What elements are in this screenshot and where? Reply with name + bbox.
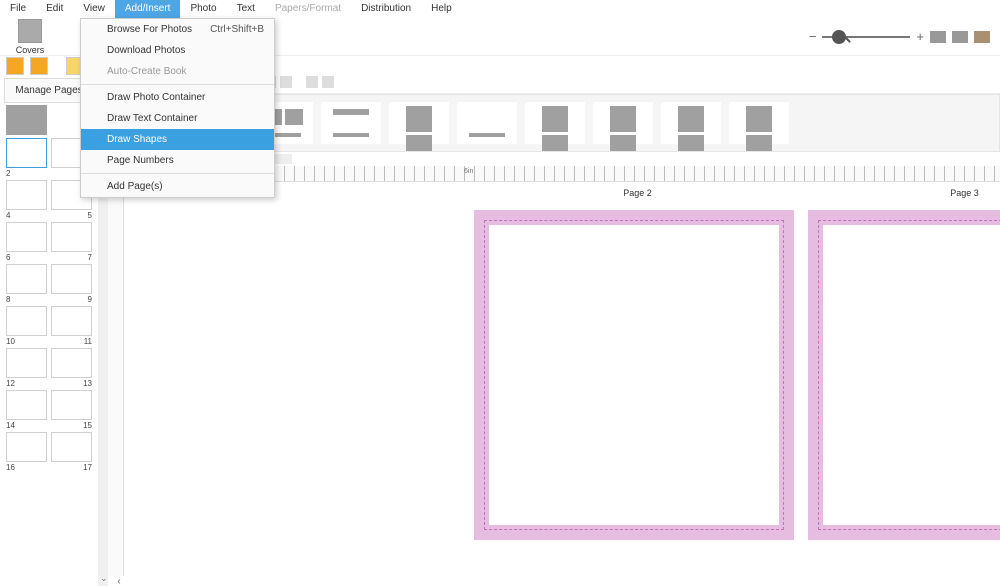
- zoom-slider[interactable]: [822, 36, 910, 38]
- menu-add-insert[interactable]: Add/Insert: [115, 0, 181, 18]
- layout-template[interactable]: [457, 102, 517, 144]
- ruler-mark: 6in: [464, 168, 473, 175]
- page-thumbnail[interactable]: [6, 180, 47, 210]
- page-number: 7: [51, 253, 92, 262]
- covers-label: Covers: [16, 45, 45, 55]
- covers-icon: [18, 19, 42, 43]
- page-thumbnail[interactable]: [51, 348, 92, 378]
- page-number: 10: [6, 337, 47, 346]
- page-number: 6: [6, 253, 47, 262]
- chevron-left-icon[interactable]: ‹: [112, 576, 126, 586]
- page-number: 8: [6, 295, 47, 304]
- layout-template[interactable]: [321, 102, 381, 144]
- menu-photo[interactable]: Photo: [180, 0, 226, 18]
- dd-browse-photos[interactable]: Browse For Photos Ctrl+Shift+B: [81, 19, 274, 40]
- page-number: 17: [51, 463, 92, 472]
- page-number: 16: [6, 463, 47, 472]
- dd-download-photos[interactable]: Download Photos: [81, 40, 274, 61]
- zoom-out-button[interactable]: −: [809, 29, 817, 44]
- page-number: 2: [6, 169, 47, 178]
- menu-papers-format: Papers/Format: [265, 0, 351, 18]
- page-number: 12: [6, 379, 47, 388]
- dd-separator: [81, 173, 274, 174]
- page-thumbnail[interactable]: [6, 138, 47, 168]
- group-button[interactable]: [306, 76, 318, 88]
- dd-draw-photo-container[interactable]: Draw Photo Container: [81, 87, 274, 108]
- menu-distribution[interactable]: Distribution: [351, 0, 421, 18]
- page-number: 15: [51, 421, 92, 430]
- dd-separator: [81, 84, 274, 85]
- layout-template[interactable]: [525, 102, 585, 144]
- view-mode-icon[interactable]: [930, 31, 946, 43]
- page-label-right: Page 3: [801, 182, 1000, 204]
- menu-help[interactable]: Help: [421, 0, 462, 18]
- page-thumbnail[interactable]: [51, 264, 92, 294]
- menu-edit[interactable]: Edit: [36, 0, 73, 18]
- page-thumbnail[interactable]: [6, 390, 47, 420]
- dd-draw-text-container[interactable]: Draw Text Container: [81, 108, 274, 129]
- templates-button[interactable]: [30, 57, 48, 75]
- menubar: File Edit View Add/Insert Photo Text Pap…: [0, 0, 1000, 18]
- page-number: 11: [51, 337, 92, 346]
- ungroup-button[interactable]: [322, 76, 334, 88]
- page-thumbnail[interactable]: [6, 264, 47, 294]
- dd-page-numbers[interactable]: Page Numbers: [81, 150, 274, 171]
- dd-add-pages[interactable]: Add Page(s): [81, 176, 274, 197]
- page-thumbnail[interactable]: [51, 306, 92, 336]
- dd-auto-create-book: Auto-Create Book: [81, 61, 274, 82]
- dd-shortcut: Ctrl+Shift+B: [210, 24, 264, 35]
- menu-view[interactable]: View: [73, 0, 115, 18]
- page-thumbnail[interactable]: [6, 348, 47, 378]
- page-right[interactable]: [808, 210, 1000, 540]
- page-thumbnail[interactable]: [6, 306, 47, 336]
- menu-text[interactable]: Text: [227, 0, 265, 18]
- page-left[interactable]: [474, 210, 794, 540]
- page-number: 5: [51, 211, 92, 220]
- add-insert-dropdown: Browse For Photos Ctrl+Shift+B Download P…: [80, 18, 275, 198]
- page-number: 4: [6, 211, 47, 220]
- layout-template[interactable]: [389, 102, 449, 144]
- canvas[interactable]: Page 2 Page 3: [124, 182, 1000, 576]
- page-number: 14: [6, 421, 47, 430]
- page-number: 13: [51, 379, 92, 388]
- layout-template[interactable]: [661, 102, 721, 144]
- zoom-handle-icon[interactable]: [832, 30, 846, 44]
- vertical-ruler: [108, 182, 124, 576]
- page-thumbnail[interactable]: [51, 390, 92, 420]
- page-thumbnail[interactable]: [6, 105, 47, 135]
- canvas-hscroll: ‹: [108, 576, 1000, 586]
- dd-label: Browse For Photos: [107, 24, 192, 35]
- dd-draw-shapes[interactable]: Draw Shapes: [81, 129, 274, 150]
- page-label-left: Page 2: [474, 182, 801, 204]
- page-thumbnail[interactable]: [6, 222, 47, 252]
- view-mode2-icon[interactable]: [952, 31, 968, 43]
- page-spread: [474, 210, 1000, 540]
- chevron-down-icon[interactable]: ⌄: [100, 573, 108, 584]
- page-thumbnail[interactable]: [51, 222, 92, 252]
- covers-button[interactable]: Covers: [0, 19, 60, 55]
- page-thumbnail[interactable]: [6, 432, 47, 462]
- zoom-in-button[interactable]: +: [916, 29, 924, 44]
- add-page-button[interactable]: [6, 57, 24, 75]
- layout-template[interactable]: [729, 102, 789, 144]
- menu-file[interactable]: File: [0, 0, 36, 18]
- layout-template[interactable]: [593, 102, 653, 144]
- page-number: 9: [51, 295, 92, 304]
- page-thumbnail[interactable]: [51, 432, 92, 462]
- view-mode3-icon[interactable]: [974, 31, 990, 43]
- distribute-v-button[interactable]: [280, 76, 292, 88]
